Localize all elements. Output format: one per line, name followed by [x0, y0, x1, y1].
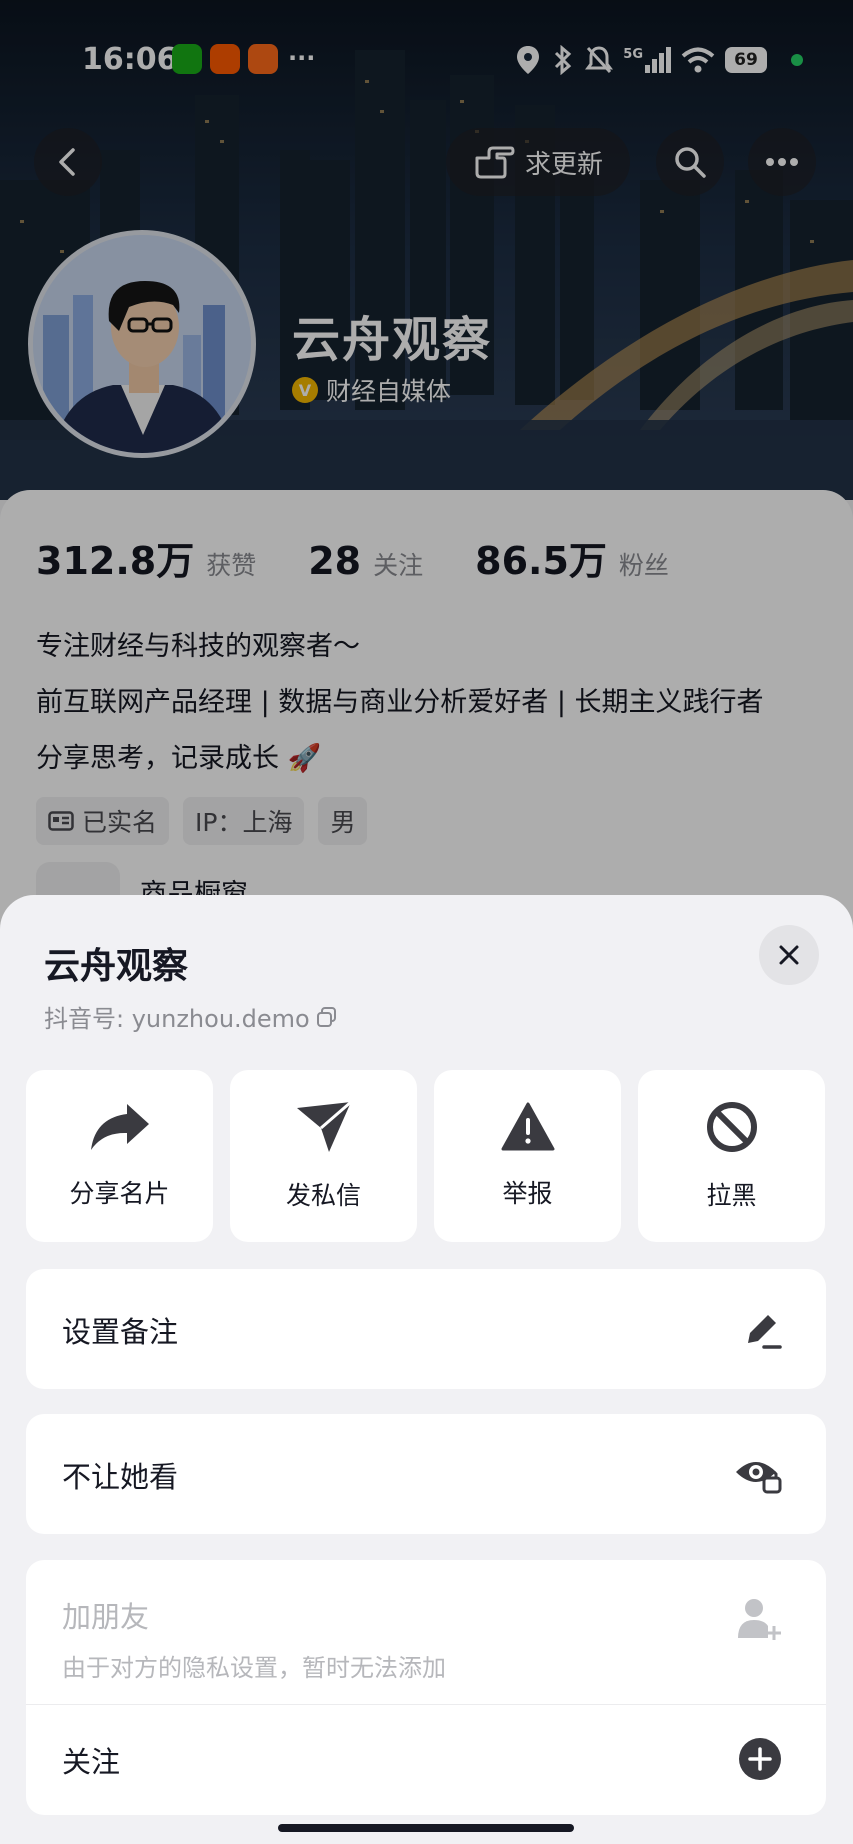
edit-pencil-icon	[748, 1315, 782, 1349]
add-friend-icon	[738, 1599, 781, 1640]
add-friend-label: 加朋友	[62, 1600, 150, 1634]
hide-from-row[interactable]: 不让她看	[26, 1414, 826, 1534]
plus-circle-icon	[739, 1738, 781, 1780]
douyin-id-text: 抖音号: yunzhou.demo	[44, 1005, 310, 1033]
warning-icon	[501, 1102, 554, 1151]
add-friend-note: 由于对方的隐私设置，暂时无法添加	[62, 1654, 446, 1682]
block-button[interactable]: 拉黑	[638, 1070, 825, 1242]
follow-row[interactable]: 关注	[26, 1705, 826, 1815]
quick-actions: 分享名片 发私信 举报 拉黑	[26, 1070, 826, 1242]
share-card-button[interactable]: 分享名片	[26, 1070, 213, 1242]
report-button[interactable]: 举报	[434, 1070, 621, 1242]
close-button[interactable]	[759, 925, 819, 985]
close-icon	[779, 945, 799, 965]
share-icon	[90, 1104, 149, 1150]
send-message-button[interactable]: 发私信	[230, 1070, 417, 1242]
hide-from-label: 不让她看	[62, 1460, 179, 1494]
set-remark-row[interactable]: 设置备注	[26, 1269, 826, 1389]
eye-lock-icon	[736, 1462, 782, 1494]
home-indicator[interactable]	[278, 1824, 574, 1832]
sheet-title: 云舟观察	[44, 946, 189, 987]
follow-label: 关注	[62, 1745, 121, 1779]
friend-follow-group: 加朋友 由于对方的隐私设置，暂时无法添加 关注	[26, 1560, 826, 1815]
profile-action-sheet: 云舟观察 抖音号: yunzhou.demo 分享名片 发私信 举报 拉黑 设置…	[0, 895, 853, 1844]
copy-icon[interactable]	[316, 1006, 338, 1028]
douyin-id: 抖音号: yunzhou.demo	[44, 999, 338, 1034]
set-remark-label: 设置备注	[62, 1315, 179, 1349]
send-icon	[296, 1100, 352, 1152]
block-icon	[706, 1102, 757, 1152]
